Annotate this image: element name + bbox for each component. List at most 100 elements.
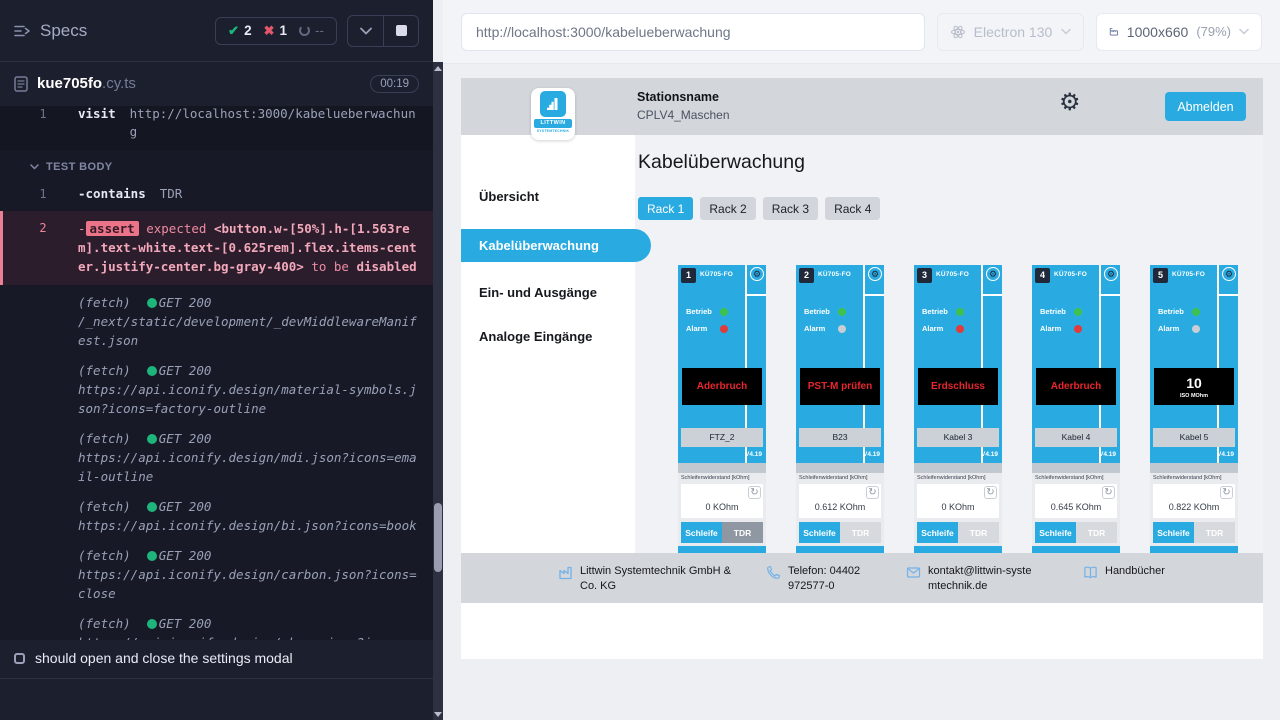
sidebar-item-analoge-eingaenge[interactable]: Analoge Eingänge (461, 321, 635, 352)
footer-company: Littwin Systemtechnik GmbH & Co. KG (558, 564, 763, 594)
refresh-icon[interactable]: ↻ (866, 486, 879, 499)
littwin-logo: LITTWIN SYSTEMTECHNIK (531, 88, 575, 140)
fetch-log-entry[interactable]: (fetch)GET 200 https://api.iconify.desig… (0, 353, 433, 421)
schleife-button[interactable]: Schleife (1153, 522, 1194, 543)
chevron-down-icon (360, 27, 372, 35)
card-divider-h (1101, 294, 1120, 296)
betrieb-indicator: Betrieb (1040, 307, 1082, 316)
test-body-section[interactable]: TEST BODY (0, 150, 433, 180)
resistance-label: Schleifenwiderstand [kOhm] (799, 475, 867, 481)
fetch-log-entry[interactable]: (fetch)GET 200 https://api.iconify.desig… (0, 489, 433, 538)
page-title: Kabelüberwachung (638, 151, 805, 174)
scroll-down-arrow[interactable] (433, 708, 443, 720)
settings-gear-icon[interactable]: ⚙ (1059, 91, 1081, 115)
specs-label: Specs (40, 21, 87, 41)
card-gap (1150, 463, 1238, 473)
card-gear-icon[interactable]: ⚙ (1104, 267, 1118, 281)
card-panel: Schleifenwiderstand [kOhm] ↻ 0.612 KOhm … (796, 473, 884, 553)
resistance-value-box: ↻ 0 KOhm (917, 484, 999, 518)
led-red (956, 325, 964, 333)
rack-tabs: Rack 1 Rack 2 Rack 3 Rack 4 (638, 197, 880, 220)
card-header: 3 KÜ705-FO ⚙ (914, 265, 1002, 286)
card-gap (678, 463, 766, 473)
card-panel: Schleifenwiderstand [kOhm] ↻ 0.645 KOhm … (1032, 473, 1120, 553)
stat-pending: -- (299, 23, 324, 38)
fetch-log-entry[interactable]: (fetch)GET 200 https://api.iconify.desig… (0, 538, 433, 606)
tab-rack-1[interactable]: Rack 1 (638, 197, 693, 220)
refresh-icon[interactable]: ↻ (748, 486, 761, 499)
resistance-value-box: ↻ 0.822 KOhm (1153, 484, 1235, 518)
logout-button[interactable]: Abmelden (1165, 92, 1246, 121)
littwin-logo-text: LITTWIN (534, 119, 572, 128)
station-info: Stationsname CPLV4_Maschen (637, 90, 730, 122)
fetch-log-entry[interactable]: (fetch)GET 200 https://api.iconify.desig… (0, 421, 433, 489)
sidebar-item-ein-und-ausgaenge[interactable]: Ein- und Ausgänge (461, 277, 635, 308)
card-bottom-strip (914, 546, 1002, 553)
sidebar-item-uebersicht[interactable]: Übersicht (461, 181, 635, 212)
tab-rack-4[interactable]: Rack 4 (825, 197, 880, 220)
led-off (838, 325, 846, 333)
refresh-icon[interactable]: ↻ (1220, 486, 1233, 499)
card-header: 2 KÜ705-FO ⚙ (796, 265, 884, 286)
viewport-size-selector[interactable]: 1000x660 (79%) (1096, 13, 1262, 51)
tdr-button-disabled[interactable]: TDR (1076, 522, 1117, 543)
reporter-scrollbar[interactable] (433, 62, 443, 720)
schleife-button[interactable]: Schleife (917, 522, 958, 543)
book-icon (1083, 565, 1098, 580)
command-visit[interactable]: 1 visit http://localhost:3000/kabelueber… (0, 106, 433, 150)
resistance-label: Schleifenwiderstand [kOhm] (1035, 475, 1103, 481)
url-input[interactable] (461, 13, 925, 51)
refresh-icon[interactable]: ↻ (984, 486, 997, 499)
spec-duration-badge: 00:19 (370, 75, 419, 93)
card-number: 3 (917, 268, 932, 283)
station-label: Stationsname (637, 90, 730, 104)
tdr-button-disabled[interactable]: TDR (1194, 522, 1235, 543)
schleife-button[interactable]: Schleife (799, 522, 840, 543)
specs-button[interactable]: Specs (14, 21, 87, 41)
resistance-label: Schleifenwiderstand [kOhm] (917, 475, 985, 481)
resistance-value-box: ↻ 0.612 KOhm (799, 484, 881, 518)
schleife-button[interactable]: Schleife (1035, 522, 1076, 543)
tdr-button[interactable]: TDR (722, 522, 763, 543)
footer-phone: Telefon: 04402 972577-0 (766, 564, 891, 594)
pending-test-row[interactable]: should open and close the settings modal (0, 644, 433, 672)
card-gear-icon[interactable]: ⚙ (868, 267, 882, 281)
viewport-zoom: (79%) (1196, 24, 1231, 39)
tab-rack-3[interactable]: Rack 3 (763, 197, 818, 220)
app-sidebar: Übersicht Kabelüberwachung Ein- und Ausg… (461, 135, 635, 553)
schleife-button[interactable]: Schleife (681, 522, 722, 543)
stop-button[interactable] (383, 16, 418, 46)
footer-manuals[interactable]: Handbücher (1083, 564, 1165, 580)
card-gear-icon[interactable]: ⚙ (1222, 267, 1236, 281)
card-gear-icon[interactable]: ⚙ (750, 267, 764, 281)
tab-rack-2[interactable]: Rack 2 (700, 197, 755, 220)
betrieb-indicator: Betrieb (686, 307, 728, 316)
spec-file-icon (14, 76, 28, 92)
command-contains[interactable]: 1 -contains TDR (0, 180, 433, 208)
cross-icon: ✖ (264, 23, 275, 39)
command-assert-failed[interactable]: 2 -assert expected <button.w-[50%].h-[1.… (0, 211, 433, 285)
spec-extension: .cy.ts (102, 75, 136, 92)
cable-label: Kabel 4 (1035, 428, 1117, 447)
collapse-button[interactable] (348, 16, 383, 46)
cable-label: Kabel 5 (1153, 428, 1235, 447)
status-display: Erdschluss (918, 368, 998, 405)
scroll-up-arrow[interactable] (433, 62, 443, 74)
stat-failed: ✖ 1 (264, 23, 287, 39)
tdr-button-disabled[interactable]: TDR (958, 522, 999, 543)
sidebar-item-kabelueberwachung[interactable]: Kabelüberwachung (461, 229, 651, 262)
refresh-icon[interactable]: ↻ (1102, 486, 1115, 499)
resistance-value-box: ↻ 0 KOhm (681, 484, 763, 518)
card-bottom-strip (1150, 546, 1238, 553)
fetch-log-entry[interactable]: (fetch)GET 200 /_next/static/development… (0, 285, 433, 353)
iso-unit: ISO MOhm (1180, 393, 1208, 399)
fetch-log-entry[interactable]: (fetch)GET 200 https://api.iconify.desig… (0, 606, 433, 640)
status-display: 10 ISO MOhm (1154, 368, 1234, 405)
cable-label: B23 (799, 428, 881, 447)
spec-file-row[interactable]: kue705fo.cy.ts 00:19 (0, 62, 433, 106)
tdr-button-disabled[interactable]: TDR (840, 522, 881, 543)
card-gear-icon[interactable]: ⚙ (986, 267, 1000, 281)
status-display: PST-M prüfen (800, 368, 880, 405)
scrollbar-thumb[interactable] (434, 503, 442, 572)
browser-selector[interactable]: Electron 130 (937, 13, 1084, 51)
